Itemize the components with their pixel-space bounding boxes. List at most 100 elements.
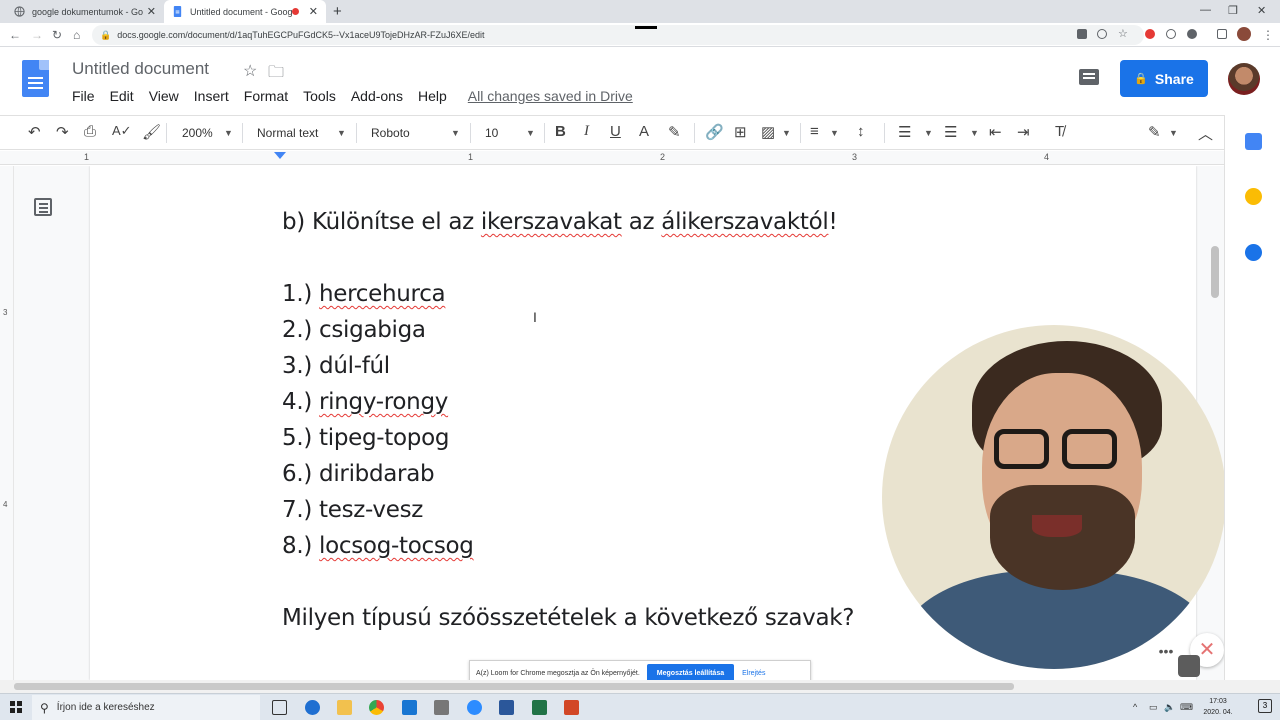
horizontal-scrollbar[interactable] [0,680,1280,693]
vertical-ruler[interactable]: 3 4 [0,166,14,680]
menu-file[interactable]: File [72,88,95,104]
taskbar-search[interactable]: ⚲ Írjon ide a kereséshez [32,695,260,720]
home-icon[interactable]: ⌂ [73,28,80,42]
increase-indent-icon[interactable]: ⇥ [1017,123,1030,141]
language-icon[interactable]: ⌨ [1180,702,1193,713]
add-comment-icon[interactable]: ⊞ [734,123,747,141]
save-status[interactable]: All changes saved in Drive [468,88,633,104]
undo-icon[interactable]: ↶ [28,123,41,141]
more-options-icon[interactable]: ••• [1155,643,1177,659]
calendar-icon[interactable] [1245,133,1262,150]
redo-icon[interactable]: ↷ [56,123,69,141]
docs-logo-icon[interactable] [22,60,49,97]
font-select[interactable]: Roboto [371,126,410,140]
collapse-icon[interactable]: ︿ [1198,123,1213,144]
new-tab-icon[interactable]: + [333,3,342,20]
menu-icon[interactable]: ⋮ [1262,28,1274,42]
horizontal-ruler[interactable]: 1 1 2 3 4 [0,151,1224,165]
volume-icon[interactable]: 🔈 [1164,702,1175,713]
extension-icon[interactable] [1217,29,1227,39]
store-icon[interactable] [434,700,449,715]
question-line[interactable]: Milyen típusú szóösszetételek a következ… [282,605,854,631]
document-title[interactable]: Untitled document [72,59,209,79]
underline-icon[interactable]: U [610,123,621,140]
highlight-icon[interactable]: ✎ [668,123,681,141]
list-item[interactable]: 8.) locsog-tocsog [282,533,474,559]
insert-image-icon[interactable]: ▨ [761,123,775,141]
italic-icon[interactable]: I [584,123,589,140]
powerpoint-icon[interactable] [564,700,579,715]
bulleted-list-icon[interactable]: ☰ [944,123,957,141]
line-spacing-icon[interactable]: ↕ [857,123,865,140]
extension-icon[interactable] [1187,29,1197,39]
close-tab-icon[interactable]: ✕ [147,5,156,18]
chevron-up-icon[interactable]: ^ [1133,702,1137,712]
browser-tab-google-docs-search[interactable]: google dokumentumok - Google ✕ [6,0,164,23]
close-tab-icon[interactable]: ✕ [309,5,318,18]
list-item[interactable]: 1.) hercehurca [282,281,446,307]
text-color-icon[interactable]: A [639,123,649,140]
back-icon[interactable]: ← [9,28,21,42]
tasks-icon[interactable] [1245,244,1262,261]
keep-icon[interactable] [1245,188,1262,205]
link-icon[interactable]: 🔗 [705,123,724,141]
move-to-folder-icon[interactable]: 🗀 [268,61,284,88]
file-explorer-icon[interactable] [337,700,352,715]
list-item[interactable]: 3.) dúl-fúl [282,353,390,379]
zoom-icon[interactable] [1097,29,1107,39]
list-item[interactable]: 7.) tesz-vesz [282,497,423,523]
editing-mode-icon[interactable]: ✎ [1148,123,1161,141]
menu-view[interactable]: View [149,88,179,104]
style-select[interactable]: Normal text [257,126,318,140]
clock[interactable]: 17:03 2020. 04. 01. [1198,696,1238,720]
word-icon[interactable] [499,700,514,715]
decrease-indent-icon[interactable]: ⇤ [989,123,1002,141]
share-button[interactable]: 🔒 Share [1120,60,1208,97]
bold-icon[interactable]: B [555,123,566,140]
list-item[interactable]: 2.) csigabiga [282,317,426,343]
list-item[interactable]: 4.) ringy-rongy [282,389,448,415]
list-item[interactable]: 5.) tipeg-topog [282,425,449,451]
menu-insert[interactable]: Insert [194,88,229,104]
menu-help[interactable]: Help [418,88,447,104]
align-left-icon[interactable]: ≡ [810,123,819,140]
print-icon[interactable]: ⎙ [84,123,96,140]
browser-tab-untitled-document[interactable]: Untitled document - Google ✕ [164,0,326,23]
cast-icon[interactable] [1077,29,1087,39]
document-outline-icon[interactable] [34,198,52,216]
minimize-icon[interactable]: — [1200,4,1211,16]
comment-history-icon[interactable] [1079,69,1099,85]
list-item[interactable]: 6.) diribdarab [282,461,435,487]
reload-icon[interactable]: ↻ [52,28,62,42]
paint-format-icon[interactable]: 🖌 [142,123,161,141]
star-icon[interactable]: ☆ [1118,27,1128,40]
close-window-icon[interactable]: ✕ [1257,4,1266,17]
zoom-app-icon[interactable] [467,700,482,715]
indent-marker[interactable] [274,152,286,159]
extension-icon[interactable] [1145,29,1155,39]
menu-format[interactable]: Format [244,88,288,104]
menu-tools[interactable]: Tools [303,88,336,104]
profile-avatar[interactable] [1237,27,1251,41]
notification-center-icon[interactable]: 3 [1258,699,1272,713]
webcam-bubble[interactable] [882,325,1226,669]
account-avatar[interactable] [1228,63,1260,95]
task-heading[interactable]: b) Különítse el az ikerszavakat az álike… [282,209,838,235]
maximize-icon[interactable]: ❐ [1228,4,1238,17]
zoom-select[interactable]: 200% [182,126,213,140]
star-icon[interactable]: ☆ [243,61,257,81]
chrome-icon[interactable] [369,700,384,715]
menu-edit[interactable]: Edit [110,88,134,104]
menu-add-ons[interactable]: Add-ons [351,88,403,104]
vertical-scrollbar[interactable] [1211,246,1219,298]
spellcheck-icon[interactable]: A✓ [112,123,132,139]
forward-icon[interactable]: → [31,28,43,42]
task-view-icon[interactable] [272,700,287,715]
address-bar[interactable]: 🔒 docs.google.com/document/d/1aqTuhEGCPu… [92,25,1144,45]
windows-start-icon[interactable] [10,701,22,713]
numbered-list-icon[interactable]: ☰ [898,123,911,141]
hide-button[interactable]: Elrejtés [742,670,765,677]
clear-formatting-icon[interactable]: T̸ [1055,123,1064,140]
font-size-select[interactable]: 10 [485,126,498,140]
excel-icon[interactable] [532,700,547,715]
